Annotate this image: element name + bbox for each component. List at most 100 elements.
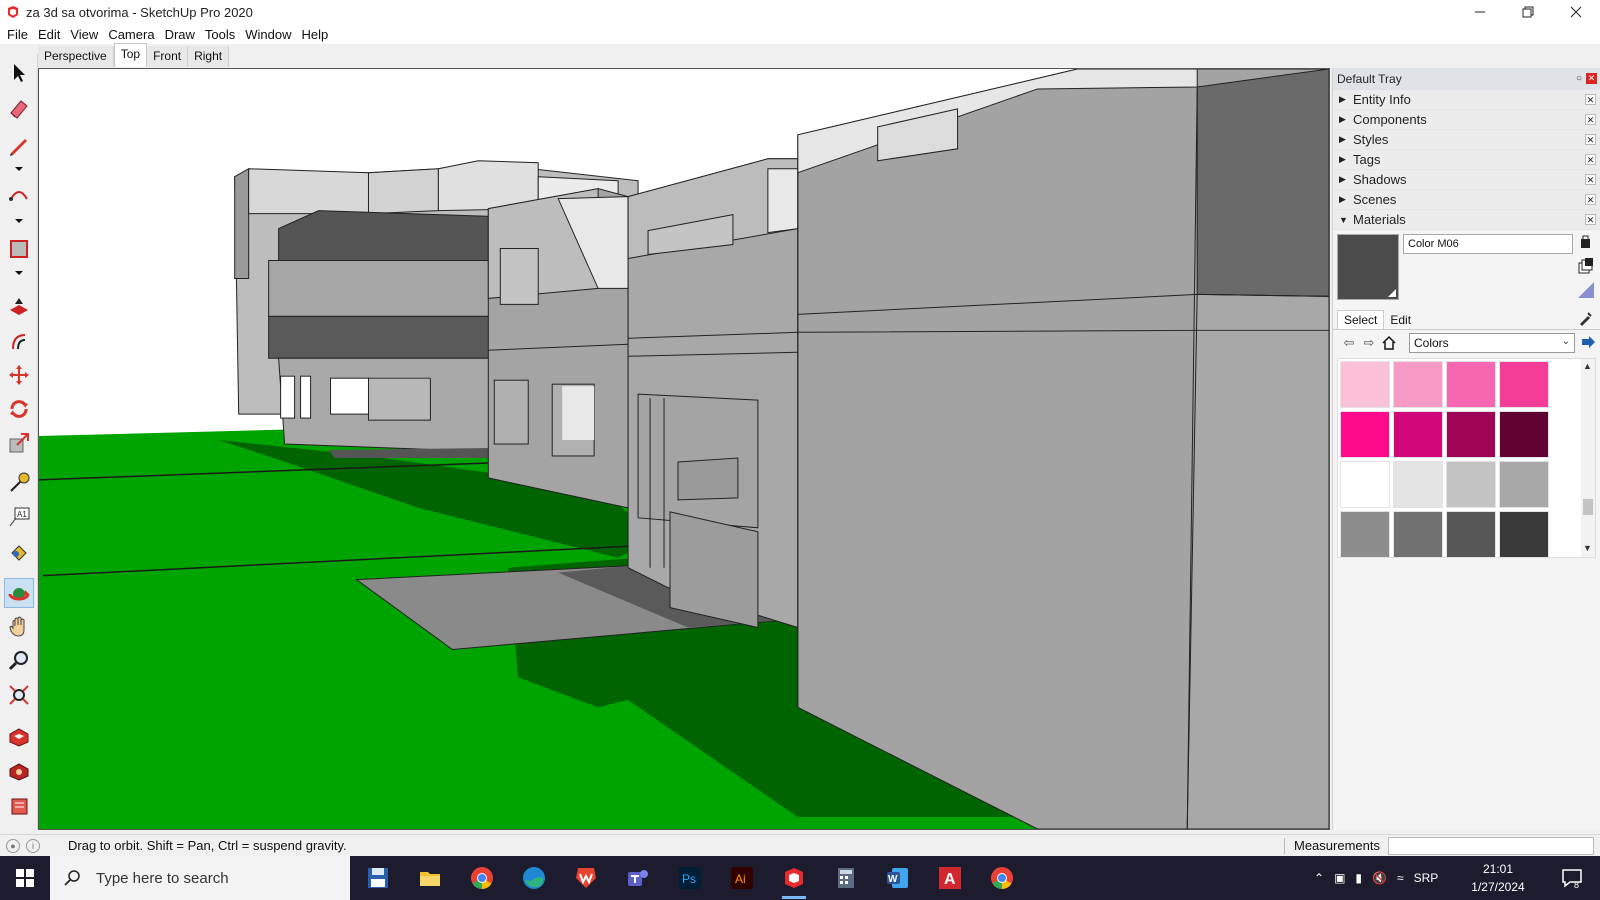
chevron-down-icon[interactable] — [14, 166, 24, 172]
rectangle-tool[interactable] — [4, 234, 34, 264]
taskbar-app-photoshop[interactable]: Ps — [674, 862, 706, 894]
swatch-scrollbar[interactable]: ▲ ▼ — [1581, 359, 1595, 557]
material-swatch[interactable] — [1499, 511, 1549, 558]
material-swatch[interactable] — [1446, 411, 1496, 458]
taskbar-app-chrome-2[interactable] — [986, 862, 1018, 894]
taskbar-app-wps[interactable] — [570, 862, 602, 894]
menu-window[interactable]: Window — [240, 27, 296, 42]
sample-paint-button[interactable] — [1578, 310, 1594, 329]
tab-perspective[interactable]: Perspective — [38, 46, 114, 67]
material-swatch[interactable] — [1393, 361, 1443, 408]
taskbar-app-teams[interactable] — [622, 862, 654, 894]
paint-bucket-tool[interactable] — [4, 538, 34, 568]
tape-measure-tool[interactable] — [4, 468, 34, 498]
select-tool[interactable] — [4, 58, 34, 88]
scroll-thumb[interactable] — [1583, 499, 1593, 515]
menu-edit[interactable]: Edit — [33, 27, 65, 42]
scroll-up-icon[interactable]: ▲ — [1583, 361, 1592, 371]
material-swatch[interactable] — [1340, 361, 1390, 408]
tab-edit[interactable]: Edit — [1384, 311, 1417, 329]
material-swatch[interactable] — [1446, 511, 1496, 558]
tab-front[interactable]: Front — [147, 46, 189, 67]
chevron-down-icon[interactable] — [14, 270, 24, 276]
taskbar-clock[interactable]: 21:01 1/27/2024 — [1466, 860, 1530, 896]
geolocation-icon[interactable]: ● — [6, 838, 20, 853]
scroll-down-icon[interactable]: ▼ — [1583, 543, 1592, 553]
panel-scenes[interactable]: ▶ Scenes ✕ — [1333, 190, 1600, 210]
wifi-icon[interactable]: ≈ — [1397, 871, 1404, 885]
material-swatch[interactable] — [1393, 411, 1443, 458]
taskbar-app-chrome[interactable] — [466, 862, 498, 894]
material-name-field[interactable]: Color M06 — [1403, 234, 1573, 254]
material-swatch[interactable] — [1340, 461, 1390, 508]
material-swatch[interactable] — [1393, 511, 1443, 558]
taskbar-app-illustrator[interactable]: Ai — [726, 862, 758, 894]
warehouse-tool[interactable] — [4, 722, 34, 752]
close-icon[interactable]: ✕ — [1585, 94, 1596, 105]
panel-entity-info[interactable]: ▶ Entity Info ✕ — [1333, 90, 1600, 110]
details-button[interactable] — [1580, 334, 1596, 353]
move-tool[interactable] — [4, 360, 34, 390]
zoom-extents-tool[interactable] — [4, 680, 34, 710]
speaker-muted-icon[interactable]: 🔇 — [1372, 871, 1387, 885]
model-viewport[interactable] — [38, 68, 1330, 830]
default-material-button[interactable] — [1576, 280, 1596, 300]
close-icon[interactable]: ✕ — [1585, 154, 1596, 165]
taskbar-app-word[interactable]: W — [882, 862, 914, 894]
restore-button[interactable] — [1504, 0, 1552, 24]
close-icon[interactable]: ✕ — [1585, 174, 1596, 185]
tray-close-icon[interactable]: ✕ — [1586, 73, 1597, 84]
panel-shadows[interactable]: ▶ Shadows ✕ — [1333, 170, 1600, 190]
panel-components[interactable]: ▶ Components ✕ — [1333, 110, 1600, 130]
menu-camera[interactable]: Camera — [103, 27, 159, 42]
info-icon[interactable]: i — [26, 838, 40, 853]
create-material-button[interactable] — [1576, 256, 1596, 276]
extension-warehouse-tool[interactable] — [4, 756, 34, 786]
library-dropdown[interactable]: Colors ⌄ — [1409, 333, 1575, 353]
notifications-button[interactable]: 8 — [1556, 862, 1588, 894]
close-icon[interactable]: ✕ — [1585, 114, 1596, 125]
arc-tool[interactable] — [4, 182, 34, 212]
material-swatch[interactable] — [1446, 461, 1496, 508]
pan-tool[interactable] — [4, 612, 34, 642]
taskbar-app-edge[interactable] — [518, 862, 550, 894]
material-swatch[interactable] — [1499, 461, 1549, 508]
current-material-swatch[interactable] — [1337, 234, 1399, 300]
pin-icon[interactable]: ○ — [1576, 73, 1582, 84]
taskbar-app-save[interactable] — [362, 862, 394, 894]
menu-view[interactable]: View — [65, 27, 103, 42]
tab-top[interactable]: Top — [113, 43, 148, 67]
panel-tags[interactable]: ▶ Tags ✕ — [1333, 150, 1600, 170]
battery-icon[interactable]: ▮ — [1355, 871, 1362, 885]
orbit-tool[interactable] — [4, 578, 34, 608]
rotate-tool[interactable] — [4, 394, 34, 424]
text-tool[interactable]: A1 — [4, 502, 34, 532]
material-swatch[interactable] — [1499, 361, 1549, 408]
chevron-down-icon[interactable] — [14, 218, 24, 224]
forward-arrow-icon[interactable]: ⇨ — [1359, 333, 1379, 353]
meet-now-icon[interactable]: ▣ — [1334, 871, 1345, 885]
minimize-button[interactable] — [1456, 0, 1504, 24]
material-swatch[interactable] — [1499, 411, 1549, 458]
measurements-input[interactable] — [1388, 837, 1594, 855]
home-icon[interactable] — [1379, 333, 1399, 353]
material-swatch[interactable] — [1340, 511, 1390, 558]
show-hidden-icons-icon[interactable]: ⌃ — [1314, 871, 1324, 885]
close-icon[interactable]: ✕ — [1585, 194, 1596, 205]
material-swatch[interactable] — [1446, 361, 1496, 408]
tab-right[interactable]: Right — [188, 46, 230, 67]
menu-help[interactable]: Help — [297, 27, 334, 42]
tab-select[interactable]: Select — [1337, 310, 1385, 329]
zoom-tool[interactable] — [4, 646, 34, 676]
close-button[interactable] — [1552, 0, 1600, 24]
taskbar-app-file-explorer[interactable] — [414, 862, 446, 894]
material-swatch[interactable] — [1393, 461, 1443, 508]
taskbar-search[interactable]: Type here to search — [50, 856, 350, 900]
panel-styles[interactable]: ▶ Styles ✕ — [1333, 130, 1600, 150]
start-button[interactable] — [0, 856, 50, 900]
menu-file[interactable]: File — [2, 27, 33, 42]
layout-tool[interactable] — [4, 790, 34, 820]
taskbar-app-calculator[interactable] — [830, 862, 862, 894]
taskbar-app-sketchup[interactable] — [778, 862, 810, 899]
display-secondary-pane-button[interactable] — [1576, 232, 1596, 252]
